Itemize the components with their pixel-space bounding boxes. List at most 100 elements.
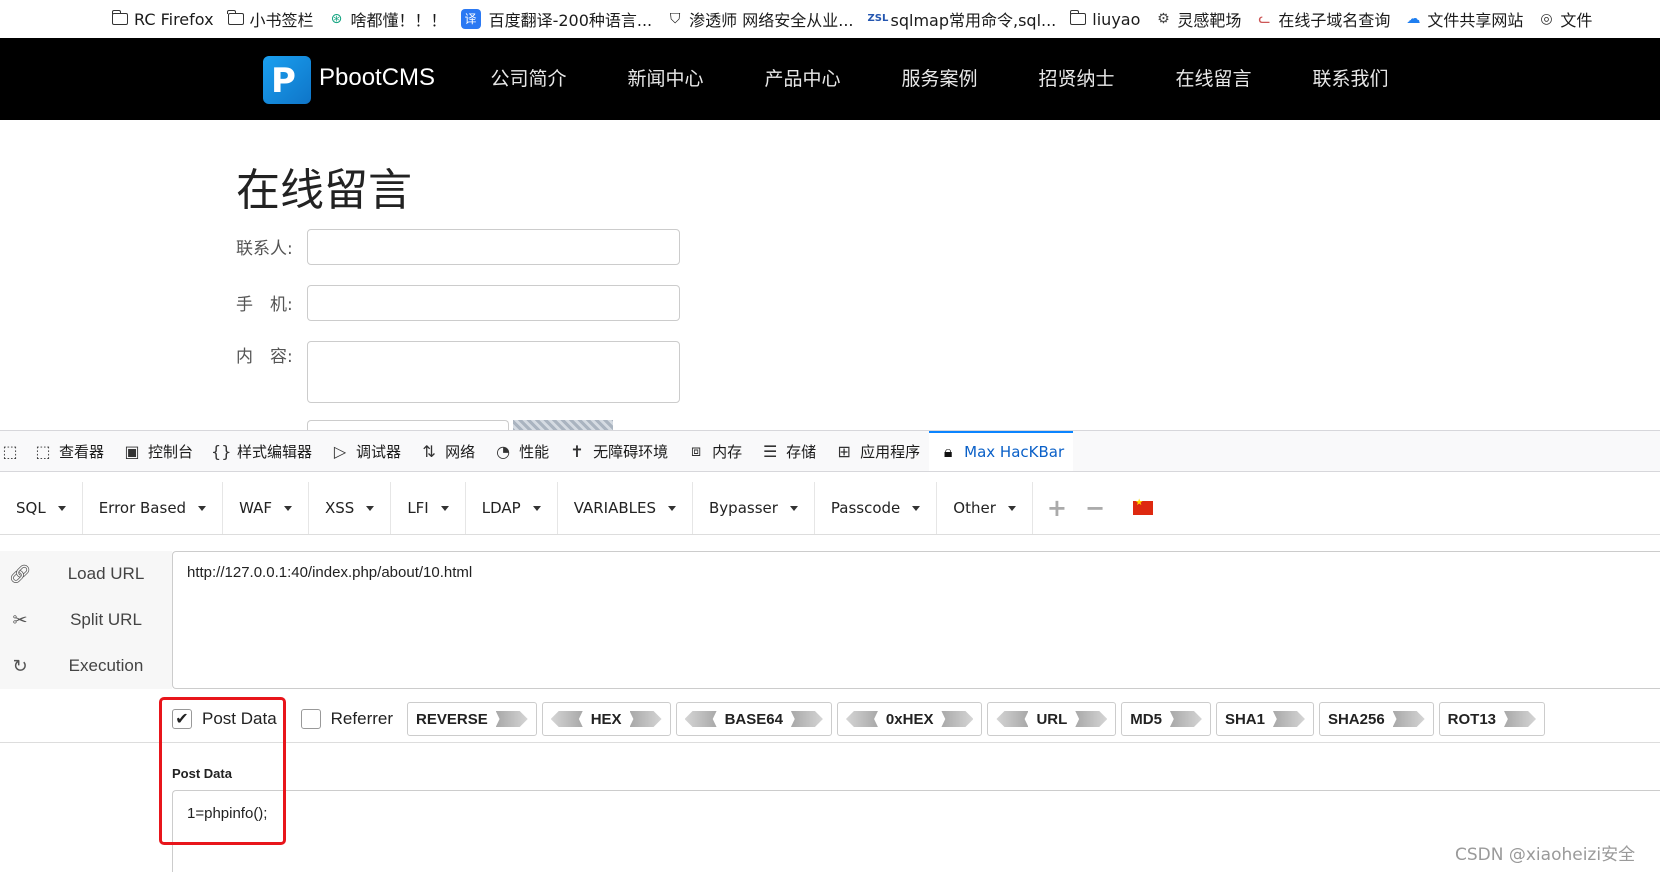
cloud-icon: ☁ <box>1406 11 1421 27</box>
tab-accessibility[interactable]: ✝ 无障碍环境 <box>558 431 677 471</box>
caret-down-icon <box>366 505 375 511</box>
folder-icon <box>111 10 128 25</box>
menu-label: Passcode <box>830 499 901 517</box>
bookmark-label: 百度翻译-200种语言... <box>488 11 653 30</box>
tab-performance[interactable]: ◔ 性能 <box>484 431 558 471</box>
menu-waf[interactable]: WAF <box>223 482 309 534</box>
bookmark-chatgpt[interactable]: ⊛ 啥都懂！！！ <box>328 7 447 31</box>
tab-memory[interactable]: ⧈ 内存 <box>677 431 751 471</box>
bookmark-label: RC Firefox <box>134 9 214 29</box>
tab-storage[interactable]: ☰ 存储 <box>751 431 825 471</box>
phone-input[interactable] <box>307 285 680 321</box>
url-encode-button[interactable]: URL <box>987 702 1117 736</box>
bug-icon: ⚙ <box>1157 11 1170 27</box>
bookmark-pentest[interactable]: ⛉ 渗透师 网络安全从业... <box>666 7 854 31</box>
element-picker-button[interactable]: ⬚ <box>0 431 24 471</box>
reverse-button[interactable]: REVERSE <box>407 702 537 736</box>
split-url-button[interactable]: ✂ Split URL <box>0 597 172 643</box>
nav-item-message[interactable]: 在线留言 <box>1145 38 1282 120</box>
rot13-button[interactable]: ROT13 <box>1438 702 1546 736</box>
nav-item-news[interactable]: 新闻中心 <box>597 38 734 120</box>
tab-inspector[interactable]: ⬚ 查看器 <box>24 431 113 471</box>
menu-label: WAF <box>239 499 272 517</box>
encoder-label: MD5 <box>1130 710 1162 728</box>
nav-item-jobs[interactable]: 招贤纳士 <box>1008 38 1145 120</box>
caret-down-icon <box>440 505 449 511</box>
tab-label: 网络 <box>445 442 476 461</box>
contact-input[interactable] <box>307 229 680 265</box>
caret-down-icon <box>668 505 677 511</box>
tab-label: 应用程序 <box>860 442 921 461</box>
bookmark-label: 啥都懂！！！ <box>350 11 447 30</box>
menu-ldap[interactable]: LDAP <box>466 482 558 534</box>
minus-icon[interactable]: − <box>1081 482 1119 534</box>
arrow-right-icon <box>941 711 974 727</box>
folder-icon <box>1069 10 1087 25</box>
menu-variables[interactable]: VARIABLES <box>558 482 694 534</box>
md5-button[interactable]: MD5 <box>1121 702 1211 736</box>
menu-sql[interactable]: SQL <box>0 482 83 534</box>
china-flag-icon[interactable] <box>1133 498 1154 515</box>
tab-label: 无障碍环境 <box>593 442 669 461</box>
nav-item-products[interactable]: 产品中心 <box>734 38 871 120</box>
content-textarea[interactable] <box>307 341 680 403</box>
menu-label: SQL <box>16 499 46 517</box>
bookmark-liuyao[interactable]: liuyao <box>1069 10 1140 29</box>
arrow-left-icon <box>684 711 717 727</box>
lock-icon: 🔒︎ <box>943 442 953 461</box>
bookmark-subdomain[interactable]: ᓚ 在线子域名查询 <box>1255 7 1390 31</box>
bookmark-baidu-translate[interactable]: 译百度翻译-200种语言... <box>460 7 653 31</box>
bookmark-sqlmap[interactable]: ZSL sqlmap常用命令,sql... <box>868 7 1057 31</box>
tab-label: 样式编辑器 <box>237 442 313 461</box>
nav-item-contact[interactable]: 联系我们 <box>1282 38 1419 120</box>
menu-error-based[interactable]: Error Based <box>83 482 224 534</box>
post-data-textarea[interactable]: 1=phpinfo(); <box>172 790 1660 872</box>
menu-lfi[interactable]: LFI <box>391 482 466 534</box>
url-textarea[interactable]: http://127.0.0.1:40/index.php/about/10.h… <box>172 551 1660 689</box>
action-label: Execution <box>68 656 144 675</box>
referrer-checkbox[interactable] <box>300 709 321 729</box>
bookmark-file[interactable]: ◎ 文件 <box>1537 7 1592 31</box>
bookmark-label: 文件共享网站 <box>1427 11 1524 30</box>
bookmark-small-bookmarks[interactable]: 小书签栏 <box>227 7 314 31</box>
load-url-button[interactable]: 🔗︎ Load URL <box>0 551 172 597</box>
bookmark-lingan[interactable]: ⚙ 灵感靶场 <box>1154 7 1241 31</box>
bookmark-fileshare[interactable]: ☁ 文件共享网站 <box>1404 7 1523 31</box>
tab-application[interactable]: ⊞ 应用程序 <box>825 431 929 471</box>
openai-icon: ⊛ <box>330 11 343 27</box>
devtools-tabbar: ⬚ ⬚ 查看器 ▣ 控制台 {} 样式编辑器 ▷ 调试器 ⇅ 网络 ◔ 性能 ✝ 无障碍环境 … <box>0 430 1660 472</box>
menu-xss[interactable]: XSS <box>309 482 392 534</box>
site-logo-text[interactable]: PbootCMS <box>319 64 435 92</box>
execution-button[interactable]: ↻ Execution <box>0 643 172 689</box>
caret-down-icon <box>57 505 66 511</box>
options-row: ✔ Post Data Referrer REVERSE HEX BASE64 … <box>172 700 1550 738</box>
pbootcms-logo-icon[interactable]: P <box>263 56 311 104</box>
arrow-left-icon <box>845 711 878 727</box>
encoder-label: HEX <box>590 710 622 728</box>
encoder-label: URL <box>1036 710 1068 728</box>
nav-item-about[interactable]: 公司简介 <box>460 38 597 120</box>
tab-debugger[interactable]: ▷ 调试器 <box>321 431 410 471</box>
bookmark-label: 灵感靶场 <box>1177 11 1242 30</box>
sha256-button[interactable]: SHA256 <box>1318 702 1434 736</box>
plus-icon[interactable]: + <box>1033 482 1081 534</box>
menu-label: LDAP <box>481 499 521 517</box>
nav-item-cases[interactable]: 服务案例 <box>871 38 1008 120</box>
arrow-right-icon <box>1075 711 1108 727</box>
action-label: Split URL <box>70 610 142 629</box>
tab-max-hackbar[interactable]: 🔒︎ Max HacKBar <box>929 431 1074 471</box>
0xhex-button[interactable]: 0xHEX <box>836 702 983 736</box>
menu-bypasser[interactable]: Bypasser <box>693 482 815 534</box>
tab-style-editor[interactable]: {} 样式编辑器 <box>202 431 321 471</box>
arrow-right-icon <box>629 711 662 727</box>
sha1-button[interactable]: SHA1 <box>1215 702 1314 736</box>
menu-other[interactable]: Other <box>937 482 1033 534</box>
tab-label: 控制台 <box>148 442 194 461</box>
tab-network[interactable]: ⇅ 网络 <box>410 431 484 471</box>
hex-button[interactable]: HEX <box>541 702 671 736</box>
tab-console[interactable]: ▣ 控制台 <box>113 431 202 471</box>
base64-button[interactable]: BASE64 <box>675 702 832 736</box>
memory-icon: ⧈ <box>691 441 702 460</box>
menu-passcode[interactable]: Passcode <box>815 482 938 534</box>
bookmark-rc-firefox[interactable]: RC Firefox <box>111 9 214 29</box>
